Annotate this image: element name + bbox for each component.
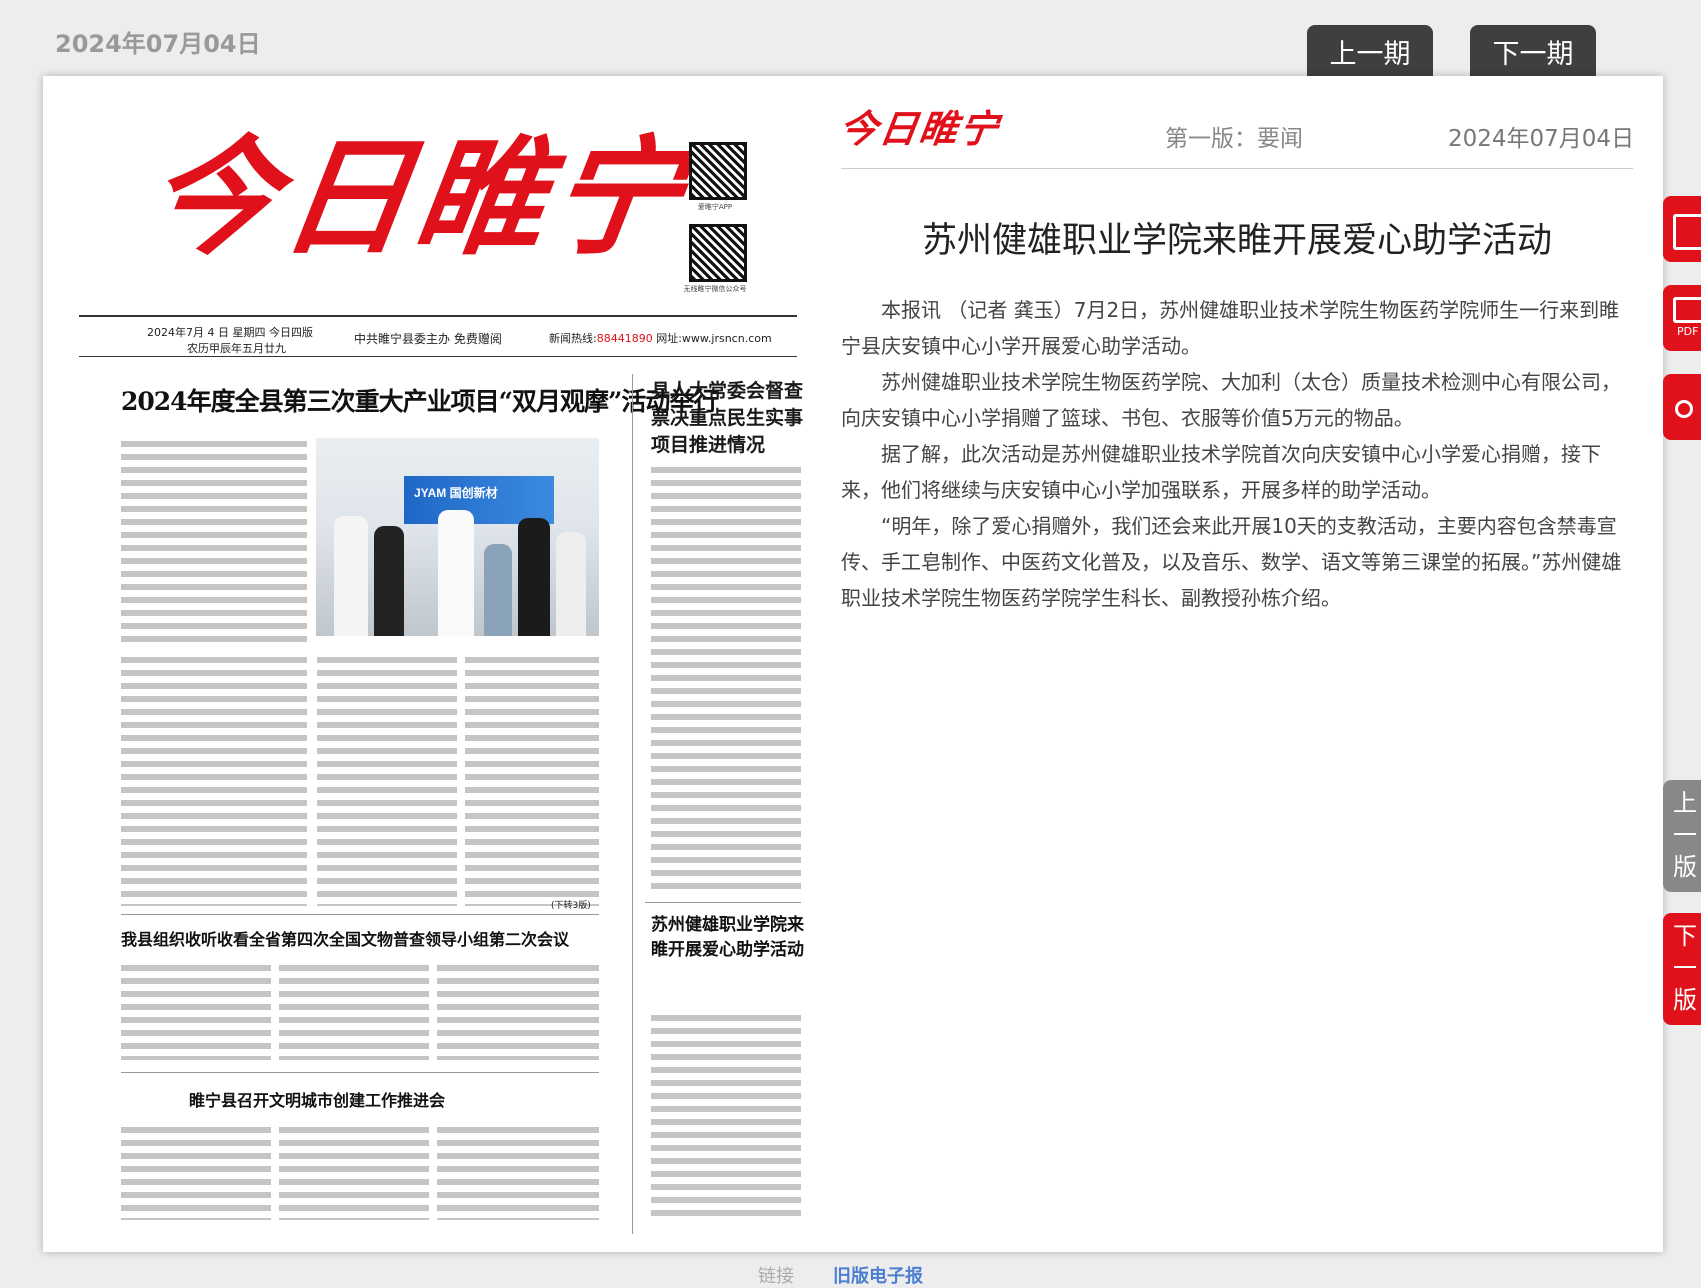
photo-sign: JYAM 国创新材 <box>404 476 554 524</box>
calendar-button[interactable] <box>1663 196 1701 262</box>
article-text-block <box>651 1012 801 1220</box>
article-title: 苏州健雄职业学院来睢开展爱心助学活动 <box>921 221 1552 261</box>
prev-page-tab[interactable]: 上 一 版 <box>1663 780 1701 892</box>
brand-logo: 今日睢宁 <box>836 106 1003 151</box>
article-paragraph: 苏州健雄职业技术学院生物医药学院、大加利（太仓）质量技术检测中心有限公司，向庆安… <box>841 370 1621 430</box>
lunar-date: 农历甲辰年五月廿九 <box>187 342 286 355</box>
photo-sign-text: JYAM 国创新材 <box>414 486 498 500</box>
article-text-block <box>121 654 307 906</box>
divider <box>121 1072 599 1073</box>
article-text-block <box>279 1124 429 1220</box>
sponsor-line: 中共睢宁县委主办 免费赠阅 <box>354 332 502 346</box>
calendar-icon <box>1673 214 1701 250</box>
hotline-number: 88441890 <box>596 332 653 345</box>
pdf-label: PDF <box>1677 325 1699 338</box>
article-text-block <box>121 438 307 646</box>
old-edition-link[interactable]: 旧版电子报 <box>833 1262 923 1288</box>
article-text-block <box>651 464 801 896</box>
next-page-tab[interactable]: 下 一 版 <box>1663 913 1701 1025</box>
photo-person <box>484 544 512 636</box>
hotline: 新闻热线:88441890 网址:www.jrsncn.com <box>549 330 772 346</box>
tab-char: 一 <box>1673 954 1697 982</box>
headline-right[interactable]: 县人大常委会督查票决重点民生实事项目推进情况 <box>651 378 821 459</box>
share-button[interactable] <box>1663 374 1701 440</box>
qr-code-icon <box>689 142 747 200</box>
continued-note: (下转3版) <box>551 901 591 911</box>
tab-char: 版 <box>1673 853 1697 881</box>
qr-caption: 无线睢宁微信公众号 <box>683 285 747 293</box>
headline-art3[interactable]: 睢宁县召开文明城市创建工作推进会 <box>189 1087 445 1111</box>
article-text-block <box>121 1124 271 1220</box>
pdf-button[interactable]: PDF <box>1663 285 1701 351</box>
article-text-block <box>279 962 429 1060</box>
article-paragraph: 据了解，此次活动是苏州健雄职业技术学院首次向庆安镇中心小学爱心捐赠，接下来，他们… <box>841 442 1601 502</box>
website: 网址:www.jrsncn.com <box>656 332 772 345</box>
article-text-block <box>437 962 599 1060</box>
divider <box>79 315 797 317</box>
divider <box>841 168 1633 169</box>
tab-char: 一 <box>1673 821 1697 849</box>
qr-code-icon <box>689 224 747 282</box>
pdf-icon <box>1673 297 1701 323</box>
tab-char: 上 <box>1673 789 1697 817</box>
reader-card: 今日睢宁 爱睢宁APP 无线睢宁微信公众号 2024年7月 4 日 星期四 今日… <box>43 76 1663 1252</box>
dateline: 2024年7月 4 日 星期四 今日四版 <box>147 326 313 339</box>
article-paragraph: 本报讯 （记者 龚玉）7月2日，苏州健雄职业技术学院生物医药学院师生一行来到睢宁… <box>841 298 1620 358</box>
hotline-label: 新闻热线: <box>549 332 597 345</box>
newspaper-page[interactable]: 今日睢宁 爱睢宁APP 无线睢宁微信公众号 2024年7月 4 日 星期四 今日… <box>79 100 804 1240</box>
divider <box>645 902 801 903</box>
divider <box>121 914 599 915</box>
photo-person <box>374 526 404 636</box>
article-date: 2024年07月04日 <box>1448 126 1635 152</box>
masthead-logo: 今日睢宁 <box>138 123 696 273</box>
photo-person <box>556 532 586 636</box>
headline-main[interactable]: 2024年度全县第三次重大产业项目“双月观摩”活动举行 <box>121 382 718 418</box>
tab-char: 版 <box>1673 986 1697 1014</box>
article-body: 本报讯 （记者 龚玉）7月2日，苏州健雄职业技术学院生物医药学院师生一行来到睢宁… <box>841 292 1633 616</box>
column-divider <box>632 374 633 1234</box>
article-paragraph: “明年，除了爱心捐赠外，我们还会来此开展10天的支教活动，主要内容包含禁毒宣传、… <box>841 514 1622 610</box>
article-text-block <box>437 1124 599 1220</box>
tab-char: 下 <box>1673 922 1697 950</box>
footer-link[interactable]: 链接 <box>758 1262 794 1288</box>
news-photo[interactable]: JYAM 国创新材 <box>316 438 599 636</box>
next-issue-button[interactable]: 下一期 <box>1470 25 1596 77</box>
photo-person <box>438 510 474 636</box>
qr-caption: 爱睢宁APP <box>697 203 733 211</box>
headline-art2[interactable]: 我县组织收听收看全省第四次全国文物普查领导小组第二次会议 <box>121 926 569 950</box>
headline-art4[interactable]: 苏州健雄职业学院来睢开展爱心助学活动 <box>651 913 811 963</box>
share-icon <box>1675 400 1693 418</box>
photo-person <box>334 516 368 636</box>
issue-date: 2024年07月04日 <box>55 30 261 58</box>
edition-label: 第一版：要闻 <box>1165 126 1303 152</box>
divider <box>79 356 797 357</box>
prev-issue-button[interactable]: 上一期 <box>1307 25 1433 77</box>
article-text-block <box>317 654 457 906</box>
article-text-block <box>465 654 599 906</box>
photo-person <box>518 518 550 636</box>
article-text-block <box>121 962 271 1060</box>
